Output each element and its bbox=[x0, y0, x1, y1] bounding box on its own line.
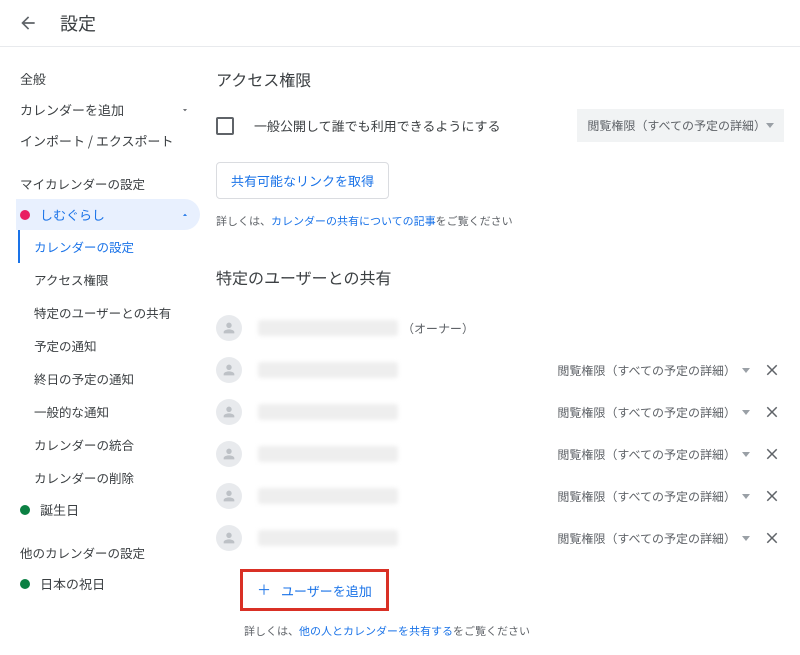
share-user-row: 閲覧権限（すべての予定の詳細） bbox=[216, 391, 784, 433]
page-title: 設定 bbox=[60, 10, 96, 36]
sub-item-integrate[interactable]: カレンダーの統合 bbox=[18, 428, 200, 461]
share-user-row: 閲覧権限（すべての予定の詳細） bbox=[216, 433, 784, 475]
user-name bbox=[258, 446, 557, 462]
back-arrow-icon[interactable] bbox=[16, 11, 40, 35]
user-permission-select[interactable]: 閲覧権限（すべての予定の詳細） bbox=[557, 404, 750, 421]
main-layout: 全般 カレンダーを追加 インポート / エクスポート マイカレンダーの設定 しむ… bbox=[0, 47, 800, 655]
sub-item-delete[interactable]: カレンダーの削除 bbox=[18, 461, 200, 494]
sub-item-allday-notif[interactable]: 終日の予定の通知 bbox=[18, 362, 200, 395]
sub-item-general-notif[interactable]: 一般的な通知 bbox=[18, 395, 200, 428]
calendar-color-dot bbox=[20, 505, 30, 515]
sub-item-cal-settings[interactable]: カレンダーの設定 bbox=[18, 230, 200, 263]
settings-header: 設定 bbox=[0, 0, 800, 47]
sidebar-item-add-calendar[interactable]: カレンダーを追加 bbox=[16, 94, 200, 125]
user-permission-select[interactable]: 閲覧権限（すべての予定の詳細） bbox=[557, 446, 750, 463]
person-icon bbox=[216, 441, 242, 467]
remove-user-button[interactable] bbox=[760, 526, 784, 550]
public-access-row: 一般公開して誰でも利用できるようにする 閲覧権限（すべての予定の詳細） bbox=[216, 109, 784, 142]
person-icon bbox=[216, 315, 242, 341]
user-name: （オーナー） bbox=[258, 320, 784, 337]
sidebar-item-birthday[interactable]: 誕生日 bbox=[16, 494, 200, 525]
access-heading: アクセス権限 bbox=[216, 67, 784, 91]
sidebar-section-my-calendars: マイカレンダーの設定 bbox=[16, 156, 200, 199]
share-help-text: 詳しくは、他の人とカレンダーを共有するをご覧ください bbox=[244, 623, 784, 639]
dropdown-icon bbox=[742, 368, 750, 373]
share-help-link[interactable]: 他の人とカレンダーを共有する bbox=[299, 623, 453, 639]
public-checkbox[interactable] bbox=[216, 117, 234, 135]
dropdown-icon bbox=[766, 123, 774, 128]
share-heading: 特定のユーザーとの共有 bbox=[216, 265, 784, 289]
sidebar-item-general[interactable]: 全般 bbox=[16, 63, 200, 94]
share-user-row: 閲覧権限（すべての予定の詳細） bbox=[216, 349, 784, 391]
access-help-text: 詳しくは、カレンダーの共有についての記事をご覧ください bbox=[216, 213, 784, 229]
remove-user-button[interactable] bbox=[760, 400, 784, 424]
sidebar-item-jp-holidays[interactable]: 日本の祝日 bbox=[16, 568, 200, 599]
add-user-button[interactable]: ＋ ユーザーを追加 bbox=[243, 572, 386, 608]
remove-user-button[interactable] bbox=[760, 442, 784, 466]
calendar-color-dot bbox=[20, 210, 30, 220]
get-shareable-link-button[interactable]: 共有可能なリンクを取得 bbox=[216, 162, 389, 199]
dropdown-icon bbox=[742, 410, 750, 415]
person-icon bbox=[216, 357, 242, 383]
sidebar-sub-list: カレンダーの設定 アクセス権限 特定のユーザーとの共有 予定の通知 終日の予定の… bbox=[18, 230, 200, 494]
dropdown-icon bbox=[742, 536, 750, 541]
user-permission-select[interactable]: 閲覧権限（すべての予定の詳細） bbox=[557, 488, 750, 505]
share-user-row: 閲覧権限（すべての予定の詳細） bbox=[216, 475, 784, 517]
user-name bbox=[258, 362, 557, 378]
person-icon bbox=[216, 525, 242, 551]
remove-user-button[interactable] bbox=[760, 358, 784, 382]
share-user-row: 閲覧権限（すべての予定の詳細） bbox=[216, 517, 784, 559]
remove-user-button[interactable] bbox=[760, 484, 784, 508]
person-icon bbox=[216, 483, 242, 509]
access-help-link[interactable]: カレンダーの共有についての記事 bbox=[271, 213, 436, 229]
default-permission-select[interactable]: 閲覧権限（すべての予定の詳細） bbox=[577, 109, 784, 142]
chevron-up-icon bbox=[180, 205, 190, 224]
sub-item-access[interactable]: アクセス権限 bbox=[18, 263, 200, 296]
plus-icon: ＋ bbox=[257, 580, 271, 600]
chevron-down-icon bbox=[180, 100, 190, 119]
user-permission-select[interactable]: 閲覧権限（すべての予定の詳細） bbox=[557, 362, 750, 379]
content-area: アクセス権限 一般公開して誰でも利用できるようにする 閲覧権限（すべての予定の詳… bbox=[200, 47, 800, 655]
sidebar-item-import-export[interactable]: インポート / エクスポート bbox=[16, 125, 200, 156]
sidebar-item-active-calendar[interactable]: しむぐらし bbox=[16, 199, 200, 230]
dropdown-icon bbox=[742, 452, 750, 457]
user-name bbox=[258, 530, 557, 546]
sidebar-section-other-calendars: 他のカレンダーの設定 bbox=[16, 525, 200, 568]
user-permission-select[interactable]: 閲覧権限（すべての予定の詳細） bbox=[557, 530, 750, 547]
person-icon bbox=[216, 399, 242, 425]
sub-item-event-notif[interactable]: 予定の通知 bbox=[18, 329, 200, 362]
dropdown-icon bbox=[742, 494, 750, 499]
sidebar: 全般 カレンダーを追加 インポート / エクスポート マイカレンダーの設定 しむ… bbox=[0, 47, 200, 655]
calendar-color-dot bbox=[20, 579, 30, 589]
user-name bbox=[258, 488, 557, 504]
public-checkbox-label: 一般公開して誰でも利用できるようにする bbox=[254, 116, 577, 135]
add-user-highlight: ＋ ユーザーを追加 bbox=[240, 569, 389, 611]
sub-item-specific-users[interactable]: 特定のユーザーとの共有 bbox=[18, 296, 200, 329]
user-name bbox=[258, 404, 557, 420]
share-user-row-owner: （オーナー） bbox=[216, 307, 784, 349]
